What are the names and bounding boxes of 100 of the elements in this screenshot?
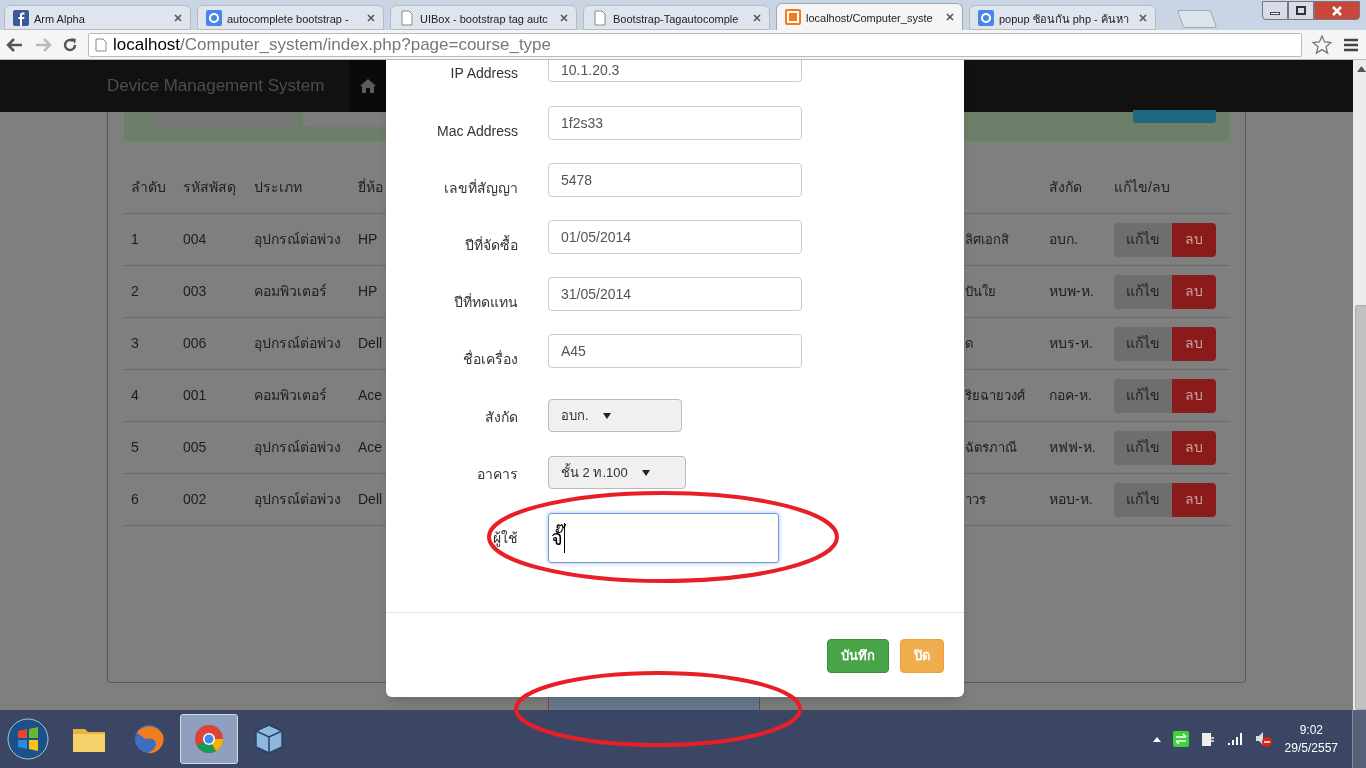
tab-title: autocomplete bootstrap - xyxy=(227,12,349,25)
browser-tab[interactable]: Bootstrap-Tagautocomple xyxy=(583,5,770,30)
show-hidden-icon[interactable] xyxy=(1152,736,1161,742)
column-header: รหัสพัสดุ xyxy=(182,178,237,198)
table-cell-text: 006 xyxy=(182,334,208,353)
scroll-up-icon[interactable] xyxy=(1357,66,1366,72)
table-cell: ริยฉายวงศ์ xyxy=(965,388,1025,403)
browser-tab[interactable]: autocomplete bootstrap - xyxy=(197,5,384,30)
field-label: ผู้ใช้ xyxy=(492,529,518,549)
table-cell-text: 3 xyxy=(130,334,140,353)
table-cell-text: Ace xyxy=(357,386,384,405)
table-cell-text: อบก. xyxy=(1048,230,1079,249)
tab-title: localhost/Computer_syste xyxy=(806,12,933,24)
search-input[interactable] xyxy=(303,112,388,127)
browser-tab[interactable]: Arm Alpha xyxy=(4,5,191,30)
start-icon[interactable] xyxy=(6,717,50,761)
reload-icon[interactable] xyxy=(62,36,78,53)
close-icon[interactable] xyxy=(174,13,182,22)
tab-title: Arm Alpha xyxy=(34,12,85,25)
table-cell: าวร xyxy=(965,492,986,507)
field-label: IP Address xyxy=(449,64,518,83)
table-cell-text: 003 xyxy=(182,282,208,301)
delete-button[interactable]: ลบ xyxy=(1172,222,1216,257)
page-icon xyxy=(592,9,608,26)
muted-speaker-icon[interactable] xyxy=(1254,731,1273,747)
browser-tab[interactable]: localhost/Computer_syste xyxy=(776,3,963,30)
search-page-icon xyxy=(206,9,222,26)
table-cell-text: อุปกรณ์ต่อพ่วง xyxy=(253,230,342,250)
table-cell-text: 2 xyxy=(130,282,140,301)
server-icon xyxy=(785,9,801,25)
facebook-icon xyxy=(13,9,29,26)
table-cell-text: อุปกรณ์ต่อพ่วง xyxy=(253,334,342,354)
minimize-button[interactable] xyxy=(1262,1,1288,20)
table-cell: ด xyxy=(965,336,973,351)
maximize-button[interactable] xyxy=(1288,1,1314,20)
input-field[interactable]: 5478 xyxy=(548,163,802,197)
table-cell-text: Dell xyxy=(357,490,384,509)
table-cell-text: คอมพิวเตอร์ xyxy=(253,282,328,301)
star-icon[interactable] xyxy=(1312,34,1332,55)
table-cell-text: 6 xyxy=(130,490,140,509)
field-label: Mac Address xyxy=(436,122,518,141)
delete-button[interactable]: ลบ xyxy=(1172,430,1216,465)
table-cell: ปันใย xyxy=(965,284,996,299)
column-header: สังกัด xyxy=(1048,178,1083,197)
input-field[interactable]: 31/05/2014 xyxy=(548,277,802,311)
power-icon[interactable] xyxy=(1200,731,1215,747)
delete-button[interactable]: ลบ xyxy=(1172,274,1216,309)
table-cell-text: หฟฟ-ห. xyxy=(1048,438,1097,457)
menu-icon[interactable] xyxy=(1342,36,1360,53)
table-cell-text: อุปกรณ์ต่อพ่วง xyxy=(253,490,342,510)
input-field[interactable]: 01/05/2014 xyxy=(548,220,802,254)
table-cell-text: หบร-ห. xyxy=(1048,334,1094,353)
scroll-thumb[interactable] xyxy=(1355,305,1366,710)
home-nav-item[interactable] xyxy=(350,60,386,112)
signal-icon[interactable] xyxy=(1226,733,1243,745)
close-icon[interactable] xyxy=(367,13,375,22)
page-icon xyxy=(399,9,415,26)
table-cell-text: 005 xyxy=(182,438,208,457)
address-field[interactable]: localhost/Computer_system/index.php?page=course_type xyxy=(88,32,1302,57)
input-field[interactable]: 10.1.20.3 xyxy=(548,60,802,82)
close-icon[interactable] xyxy=(946,13,954,21)
field-label: ปีที่ทดแทน xyxy=(453,292,518,312)
scrollbar[interactable] xyxy=(1353,60,1366,710)
taskbar-button[interactable] xyxy=(180,714,238,764)
delete-button[interactable]: ลบ xyxy=(1172,378,1216,413)
clock-date[interactable]: 29/5/2557 xyxy=(1284,739,1338,757)
close-icon[interactable] xyxy=(560,13,568,22)
select-field[interactable]: อบก. xyxy=(548,399,682,432)
close-button[interactable] xyxy=(1314,1,1360,20)
table-cell-text: HP xyxy=(357,282,379,301)
delete-button[interactable]: ลบ xyxy=(1172,482,1216,517)
input-field[interactable]: A45 xyxy=(548,334,802,368)
back-icon[interactable] xyxy=(6,36,24,53)
table-cell-text: หบพ-ห. xyxy=(1048,282,1095,301)
table-cell-text: คอมพิวเตอร์ xyxy=(253,386,328,405)
sync-icon[interactable] xyxy=(1172,731,1189,747)
table-cell-text: กอค-ห. xyxy=(1048,386,1093,405)
clock-time[interactable]: 9:02 xyxy=(1299,721,1323,739)
input-field[interactable]: จั๊ xyxy=(548,513,779,563)
input-field[interactable]: 1f2s33 xyxy=(548,106,802,140)
close-icon[interactable] xyxy=(1139,13,1147,22)
table-cell: ลิศเอกสิ xyxy=(965,232,1009,247)
page-icon xyxy=(95,37,107,52)
select-field[interactable]: ชั้น 2 ท.100 xyxy=(548,456,686,489)
field-label: อาคาร xyxy=(476,465,518,484)
field-label: เลขที่สัญญา xyxy=(443,178,518,198)
table-cell: ฉัตรภาณี xyxy=(965,440,1017,455)
url-host: localhost xyxy=(113,34,181,54)
table-cell-text: HP xyxy=(357,230,379,249)
table-cell-text: 5 xyxy=(130,438,140,457)
delete-button[interactable]: ลบ xyxy=(1172,326,1216,361)
browser-tab[interactable]: UIBox - bootstrap tag autc xyxy=(390,5,577,30)
table-cell-text: Ace xyxy=(357,438,384,457)
table-cell-text: 001 xyxy=(182,386,208,405)
close-icon[interactable] xyxy=(753,13,761,22)
table-cell-text: หอบ-ห. xyxy=(1048,490,1094,509)
browser-tab[interactable]: popup ซ้อนกัน php - ค้นหา xyxy=(969,5,1156,30)
table-cell-text: อุปกรณ์ต่อพ่วง xyxy=(253,438,342,458)
url-path: /Computer_system/index.php?page=course_type xyxy=(180,34,552,54)
caret-icon xyxy=(602,412,611,419)
